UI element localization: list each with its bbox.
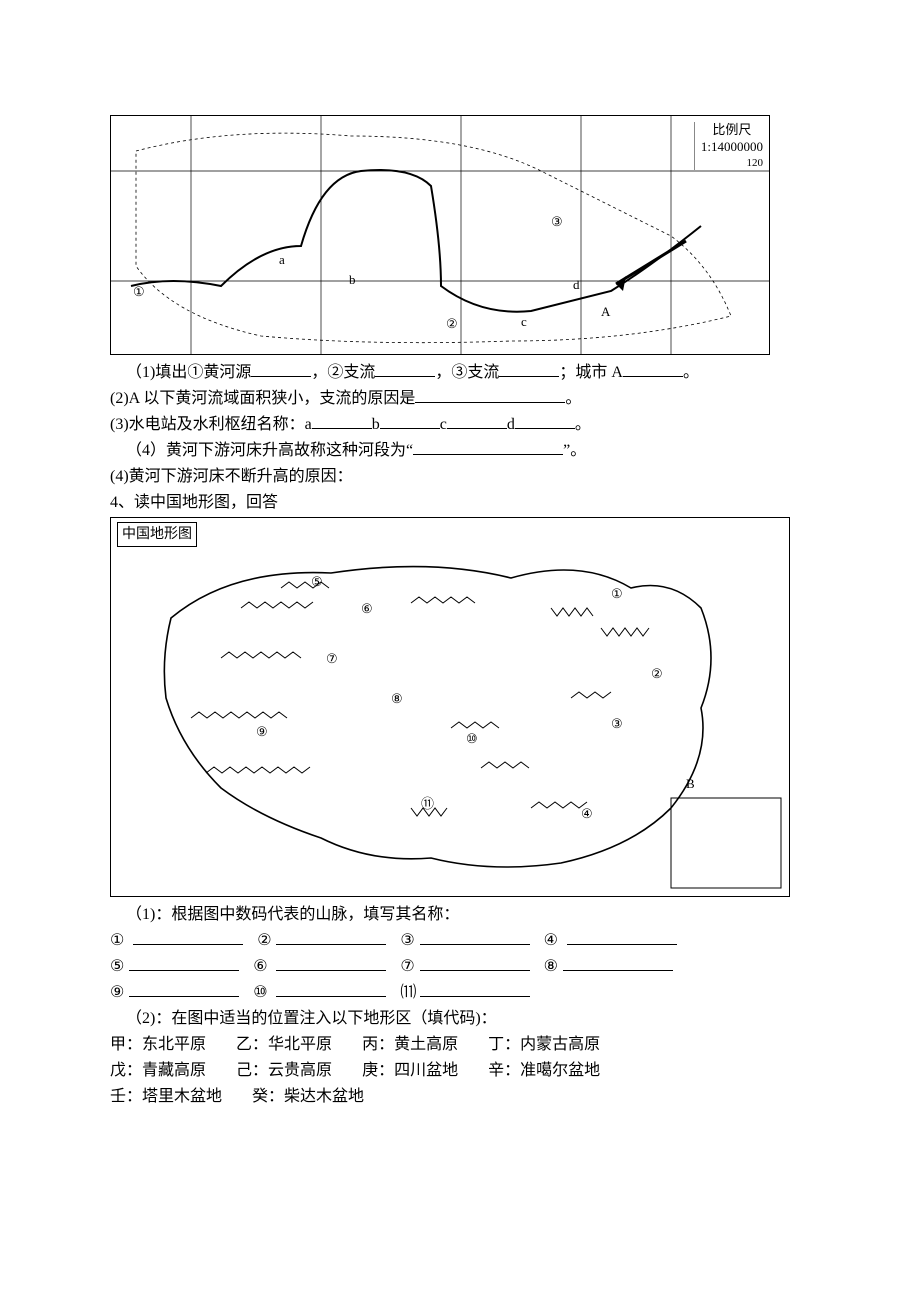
- terrain-item: 乙：华北平原: [236, 1033, 332, 1057]
- terrain-item: 庚：四川盆地: [362, 1059, 458, 1083]
- blank[interactable]: [420, 955, 530, 971]
- map1-svg: ① ② ③ a b c d A: [111, 116, 769, 354]
- blank[interactable]: [447, 413, 507, 429]
- svg-text:④: ④: [581, 806, 593, 821]
- blank[interactable]: [129, 981, 239, 997]
- q5-line: (4)黄河下游河床不断升高的原因：: [110, 465, 820, 489]
- svg-text:①: ①: [133, 284, 145, 299]
- svg-text:c: c: [521, 314, 527, 329]
- blank[interactable]: [420, 929, 530, 945]
- q2-line: (2)A 以下黄河流域面积狭小，支流的原因是。: [110, 387, 820, 411]
- svg-text:⑥: ⑥: [361, 601, 373, 616]
- china-terrain-map: 中国地形图 ① ② ③ ④ ⑤ ⑥ ⑦ ⑧ ⑨ ⑩: [110, 517, 790, 897]
- svg-text:⑦: ⑦: [326, 651, 338, 666]
- map2-title: 中国地形图: [117, 522, 197, 547]
- svg-text:⑧: ⑧: [391, 691, 403, 706]
- svg-text:⑪: ⑪: [421, 796, 434, 811]
- q3-line: (3)水电站及水利枢纽名称：abcd。: [110, 413, 820, 437]
- svg-text:⑨: ⑨: [256, 724, 268, 739]
- q1-line: （1)填出①黄河源，②支流，③支流；城市 A。: [110, 361, 820, 385]
- terrain-item: 丙：黄土高原: [362, 1033, 458, 1057]
- terrain-item: 戊：青藏高原: [110, 1059, 206, 1083]
- svg-text:②: ②: [651, 666, 663, 681]
- blank[interactable]: [129, 955, 239, 971]
- svg-text:⑤: ⑤: [311, 574, 323, 589]
- map2-svg: ① ② ③ ④ ⑤ ⑥ ⑦ ⑧ ⑨ ⑩ ⑪ B: [111, 518, 789, 896]
- svg-text:B: B: [686, 776, 695, 791]
- p1-row3: ⑨ ⑩ ⑾: [110, 981, 820, 1005]
- blank[interactable]: [251, 361, 311, 377]
- blank[interactable]: [312, 413, 372, 429]
- blank[interactable]: [276, 981, 386, 997]
- blank[interactable]: [276, 955, 386, 971]
- blank[interactable]: [499, 361, 559, 377]
- svg-text:A: A: [601, 304, 611, 319]
- svg-text:a: a: [279, 252, 285, 267]
- svg-text:③: ③: [551, 214, 563, 229]
- blank[interactable]: [420, 981, 530, 997]
- scale-label: 比例尺: [701, 122, 763, 139]
- p2-row1: 甲：东北平原 乙：华北平原 丙：黄土高原 丁：内蒙古高原: [110, 1033, 820, 1057]
- terrain-item: 癸：柴达木盆地: [252, 1085, 364, 1109]
- blank[interactable]: [623, 361, 683, 377]
- svg-text:③: ③: [611, 716, 623, 731]
- scale-value: 1:14000000: [701, 139, 763, 156]
- p1-title: （1)：根据图中数码代表的山脉，填写其名称：: [110, 903, 820, 927]
- yellow-river-map: 比例尺 1:14000000 120 ① ② ③ a b c d A: [110, 115, 770, 355]
- p1-row2: ⑤ ⑥ ⑦ ⑧: [110, 955, 820, 979]
- terrain-item: 壬：塔里木盆地: [110, 1085, 222, 1109]
- terrain-item: 甲：东北平原: [110, 1033, 206, 1057]
- sec4-title: 4、读中国地形图，回答: [110, 491, 820, 515]
- blank[interactable]: [375, 361, 435, 377]
- scale-box: 比例尺 1:14000000 120: [694, 122, 763, 170]
- svg-text:①: ①: [611, 586, 623, 601]
- terrain-item: 辛：准噶尔盆地: [488, 1059, 600, 1083]
- blank[interactable]: [563, 955, 673, 971]
- blank[interactable]: [276, 929, 386, 945]
- terrain-item: 己：云贵高原: [236, 1059, 332, 1083]
- svg-text:b: b: [349, 272, 356, 287]
- p2-title: （2)：在图中适当的位置注入以下地形区（填代码)：: [110, 1007, 820, 1031]
- blank[interactable]: [515, 413, 575, 429]
- blank[interactable]: [380, 413, 440, 429]
- svg-text:d: d: [573, 277, 580, 292]
- coord-label: 120: [701, 156, 763, 170]
- blank[interactable]: [413, 439, 563, 455]
- svg-text:②: ②: [446, 316, 458, 331]
- blank[interactable]: [415, 387, 565, 403]
- q4-line: （4）黄河下游河床升高故称这种河段为“”。: [110, 439, 820, 463]
- blank[interactable]: [133, 929, 243, 945]
- p2-row3: 壬：塔里木盆地 癸：柴达木盆地: [110, 1085, 820, 1109]
- terrain-item: 丁：内蒙古高原: [488, 1033, 600, 1057]
- p2-row2: 戊：青藏高原 己：云贵高原 庚：四川盆地 辛：准噶尔盆地: [110, 1059, 820, 1083]
- p1-row1: ① ② ③ ④: [110, 929, 820, 953]
- svg-text:⑩: ⑩: [466, 731, 478, 746]
- blank[interactable]: [567, 929, 677, 945]
